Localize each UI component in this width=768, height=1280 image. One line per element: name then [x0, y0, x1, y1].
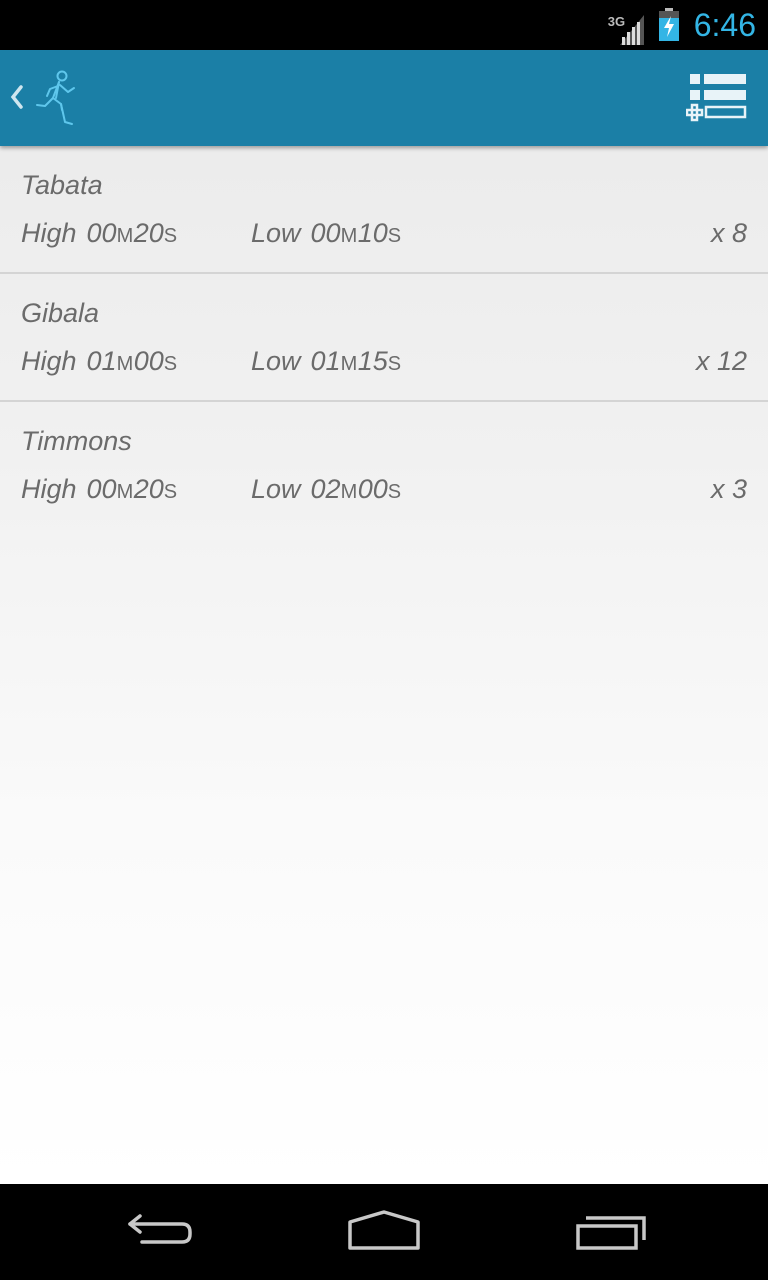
low-seconds: 10: [357, 218, 388, 248]
screen: 3G 6:46 Tabata High 00M20S Low 00M10S x …: [0, 0, 768, 1280]
high-minutes: 01: [86, 346, 117, 376]
high-label: High: [21, 474, 77, 504]
high-label: High: [21, 218, 77, 248]
repetitions: x 12: [695, 346, 747, 376]
high-seconds: 00: [133, 346, 164, 376]
low-interval: Low 02M00S: [251, 474, 402, 505]
seconds-unit: S: [163, 353, 178, 375]
signal-icon: [619, 15, 644, 45]
high-minutes: 00: [86, 218, 117, 248]
workout-item-timmons[interactable]: Timmons High 00M20S Low 02M00S x 3: [0, 402, 768, 530]
high-seconds: 20: [133, 218, 164, 248]
high-interval: High 00M20S: [21, 474, 178, 505]
seconds-unit: S: [163, 225, 178, 247]
workout-name: Tabata: [21, 170, 103, 200]
minutes-unit: M: [340, 353, 358, 375]
runner-app-icon[interactable]: [32, 68, 82, 128]
low-minutes: 01: [310, 346, 341, 376]
seconds-unit: S: [387, 225, 402, 247]
low-seconds: 15: [357, 346, 388, 376]
home-icon[interactable]: [344, 1206, 424, 1258]
minutes-unit: M: [116, 353, 134, 375]
workout-name: Timmons: [21, 426, 132, 456]
seconds-unit: S: [387, 353, 402, 375]
minutes-unit: M: [340, 225, 358, 247]
minutes-unit: M: [116, 225, 134, 247]
seconds-unit: S: [163, 481, 178, 503]
low-label: Low: [251, 474, 301, 504]
high-minutes: 00: [86, 474, 117, 504]
repetitions: x 3: [710, 474, 747, 504]
low-interval: Low 01M15S: [251, 346, 402, 377]
low-seconds: 00: [357, 474, 388, 504]
battery-charging-icon: [658, 8, 679, 41]
recent-apps-icon[interactable]: [570, 1206, 650, 1258]
workout-item-gibala[interactable]: Gibala High 01M00S Low 01M15S x 12: [0, 274, 768, 402]
minutes-unit: M: [116, 481, 134, 503]
seconds-unit: S: [387, 481, 402, 503]
workout-list: Tabata High 00M20S Low 00M10S x 8 Gibala H…: [0, 146, 768, 1184]
navigation-bar: [0, 1184, 768, 1280]
high-seconds: 20: [133, 474, 164, 504]
high-interval: High 00M20S: [21, 218, 178, 249]
back-icon[interactable]: [120, 1206, 200, 1258]
low-minutes: 02: [310, 474, 341, 504]
low-interval: Low 00M10S: [251, 218, 402, 249]
minutes-unit: M: [340, 481, 358, 503]
up-caret-icon[interactable]: [8, 82, 24, 112]
high-label: High: [21, 346, 77, 376]
repetitions: x 8: [710, 218, 747, 248]
add-list-icon[interactable]: [686, 72, 750, 126]
high-interval: High 01M00S: [21, 346, 178, 377]
low-minutes: 00: [310, 218, 341, 248]
signal-indicator: 3G: [608, 5, 648, 45]
low-label: Low: [251, 218, 301, 248]
workout-item-tabata[interactable]: Tabata High 00M20S Low 00M10S x 8: [0, 146, 768, 274]
status-bar: 3G 6:46: [0, 0, 768, 50]
status-icons: 3G 6:46: [608, 0, 756, 50]
action-bar: [0, 50, 768, 146]
workout-name: Gibala: [21, 298, 100, 328]
low-label: Low: [251, 346, 301, 376]
status-clock: 6:46: [693, 7, 756, 43]
